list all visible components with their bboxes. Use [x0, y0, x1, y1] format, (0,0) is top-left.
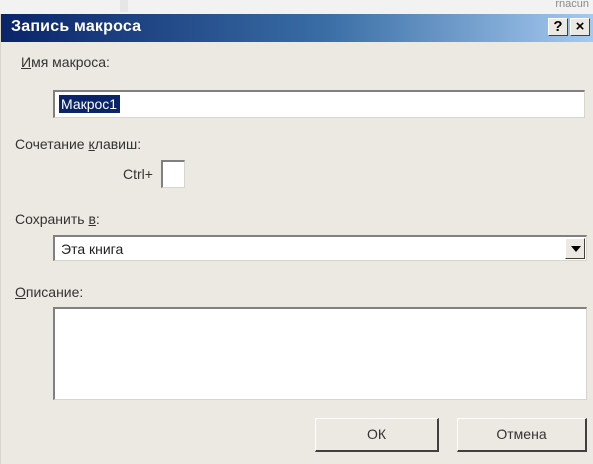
store-in-label-accel: в — [88, 211, 96, 227]
store-in-label-text-1: Сохранить — [15, 211, 89, 227]
ok-button[interactable]: ОК — [315, 418, 439, 452]
description-label-accel: О — [15, 284, 26, 300]
title-bar[interactable]: Запись макроса ? × — [1, 14, 593, 42]
shortcut-label-text-2: лавиш: — [94, 136, 142, 152]
record-macro-dialog: Запись макроса ? × Имя макроса: Макрос1 … — [0, 14, 593, 464]
shortcut-label: Сочетание клавиш: — [15, 136, 141, 152]
macro-name-label-text: мя макроса: — [31, 54, 110, 70]
store-in-selected: Эта книга — [61, 241, 124, 257]
background-tab — [120, 0, 128, 12]
store-in-label-text-2: : — [95, 211, 100, 227]
chevron-down-icon — [571, 246, 581, 252]
store-in-label: Сохранить в: — [15, 211, 100, 227]
background-window-strip: rnacun — [0, 0, 593, 14]
macro-name-input[interactable]: Макрос1 — [53, 90, 585, 118]
macro-name-label: Имя макроса: — [21, 54, 110, 70]
macro-name-label-accel: И — [21, 54, 32, 70]
ctrl-prefix-label: Ctrl+ — [123, 166, 153, 182]
shortcut-key-input[interactable] — [161, 160, 185, 188]
background-strip-text: rnacun — [555, 0, 589, 10]
cancel-button[interactable]: Отмена — [457, 418, 587, 452]
shortcut-label-text-1: Сочетание — [15, 136, 89, 152]
description-textarea[interactable] — [53, 307, 587, 400]
dialog-title: Запись макроса — [11, 18, 142, 35]
store-in-dropdown[interactable]: Эта книга — [53, 235, 587, 261]
macro-name-value: Макрос1 — [59, 95, 121, 113]
description-label-text: писание: — [25, 284, 84, 300]
store-in-dropdown-button[interactable] — [565, 238, 585, 259]
description-label: Описание: — [15, 284, 83, 300]
close-button[interactable]: × — [570, 18, 590, 36]
help-button[interactable]: ? — [548, 18, 568, 36]
